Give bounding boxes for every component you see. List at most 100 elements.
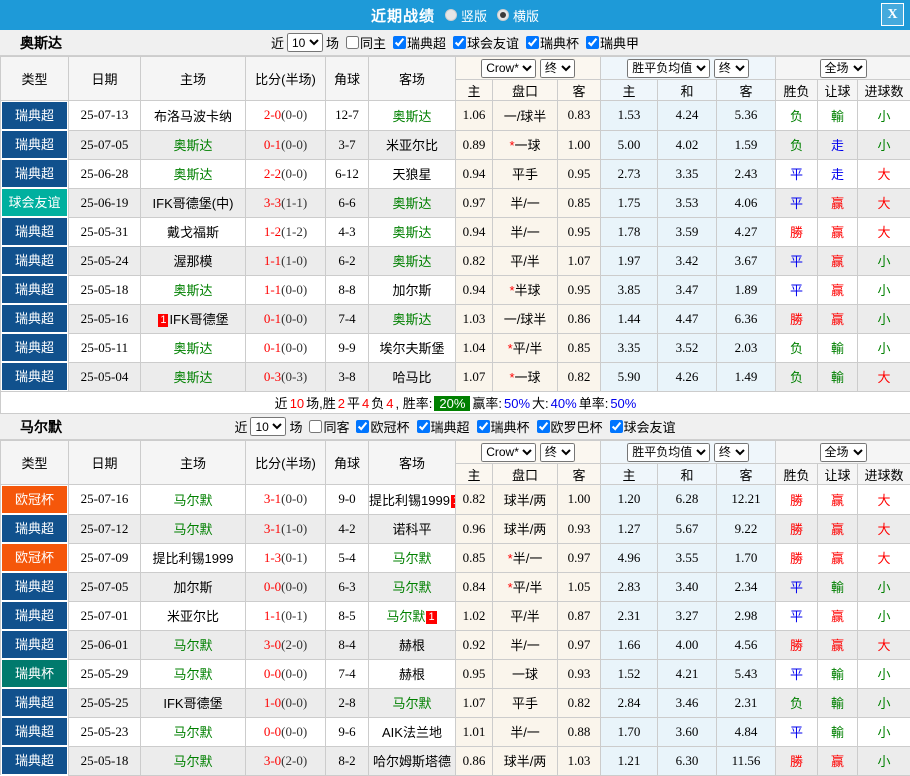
recent-count-select[interactable]: 10 xyxy=(287,33,323,52)
away-team-cell: 哈尔姆斯塔德 xyxy=(369,746,456,775)
recent-count-select[interactable]: 10 xyxy=(250,417,286,436)
away-team-name: 马尔默 xyxy=(392,580,431,595)
avg-final-select[interactable]: 终 xyxy=(714,59,749,78)
away-team-cell: 马尔默1 xyxy=(369,601,456,630)
odds-home-cell: 0.84 xyxy=(456,572,493,601)
league-filter-checkbox[interactable] xyxy=(526,36,539,49)
avg-draw-cell: 3.27 xyxy=(658,601,717,630)
match-row: 瑞典超 25-05-11 奥斯达 0-1(0-0) 9-9 埃尔夫斯堡 1.04… xyxy=(1,333,910,362)
away-team-name: 赫根 xyxy=(399,638,425,653)
odds-home-cell: 0.89 xyxy=(456,130,493,159)
result-cell: 平 xyxy=(776,601,818,630)
away-team-cell: 诺科平 xyxy=(369,514,456,543)
home-team-name: 渥那模 xyxy=(173,254,212,269)
result-cell: 勝 xyxy=(776,543,818,572)
avg-away-cell: 9.22 xyxy=(717,514,776,543)
league-filter-label: 瑞典超 xyxy=(407,33,446,52)
match-row: 瑞典超 25-07-05 奥斯达 0-1(0-0) 3-7 米亚尔比 0.89 … xyxy=(1,130,910,159)
away-team-cell: AIK法兰地 xyxy=(369,717,456,746)
full-match-select[interactable]: 全场 xyxy=(820,59,867,78)
away-team-cell: 奥斯达 xyxy=(369,217,456,246)
away-team-cell: 米亚尔比 xyxy=(369,130,456,159)
result-cell: 负 xyxy=(776,101,818,131)
score-cell: 0-0(0-0) xyxy=(246,659,326,688)
league-type-cell: 瑞典超 xyxy=(1,717,69,746)
avg-home-cell: 1.75 xyxy=(601,188,658,217)
let-goal-cell: 赢 xyxy=(818,246,858,275)
avg-draw-cell: 4.24 xyxy=(658,101,717,131)
away-team-cell: 马尔默 xyxy=(369,543,456,572)
score-cell: 1-0(0-0) xyxy=(246,688,326,717)
league-filter-checkbox[interactable] xyxy=(393,36,406,49)
handicap-cell: *半/一 xyxy=(493,543,558,572)
avg-draw-cell: 3.53 xyxy=(658,188,717,217)
league-filter-checkbox[interactable] xyxy=(477,420,490,433)
avg-away-cell: 4.06 xyxy=(717,188,776,217)
date-cell: 25-07-01 xyxy=(69,601,141,630)
odds-away-cell: 0.85 xyxy=(558,188,601,217)
avg-home-cell: 1.44 xyxy=(601,304,658,333)
summary-segment: 10 xyxy=(290,396,304,411)
layout-horizontal-radio[interactable] xyxy=(497,9,509,21)
league-filter-checkbox[interactable] xyxy=(417,420,430,433)
same-away-checkbox[interactable] xyxy=(309,420,322,433)
avg-odds-select[interactable]: 胜平负均值 xyxy=(627,59,710,78)
col-result: 胜负 xyxy=(776,80,818,101)
corner-cell: 2-8 xyxy=(326,688,369,717)
close-button[interactable]: X xyxy=(881,3,904,26)
league-filter-checkbox[interactable] xyxy=(453,36,466,49)
avg-home-cell: 3.85 xyxy=(601,275,658,304)
avg-home-cell: 2.84 xyxy=(601,688,658,717)
handicap-cell: 半/一 xyxy=(493,188,558,217)
odds-away-cell: 1.07 xyxy=(558,246,601,275)
avg-home-cell: 3.35 xyxy=(601,333,658,362)
same-home-checkbox[interactable] xyxy=(346,36,359,49)
score-cell: 0-3(0-3) xyxy=(246,362,326,392)
avg-away-cell: 11.56 xyxy=(717,746,776,775)
handicap-cell: 半/一 xyxy=(493,630,558,659)
avg-draw-cell: 3.35 xyxy=(658,159,717,188)
summary-segment: 40% xyxy=(551,396,577,411)
odds-company-select[interactable]: Crow* xyxy=(481,59,536,78)
handicap-cell: *平/半 xyxy=(493,333,558,362)
layout-vertical-radio[interactable] xyxy=(445,9,457,21)
let-goal-cell: 輸 xyxy=(818,688,858,717)
layout-horizontal-label[interactable]: 横版 xyxy=(513,6,539,25)
date-cell: 25-05-23 xyxy=(69,717,141,746)
avg-odds-select[interactable]: 胜平负均值 xyxy=(627,443,710,462)
goals-cell: 小 xyxy=(858,601,910,630)
result-cell: 勝 xyxy=(776,746,818,775)
away-team-name: 哈马比 xyxy=(392,370,431,385)
away-team-cell: 马尔默 xyxy=(369,688,456,717)
date-cell: 25-05-29 xyxy=(69,659,141,688)
away-team-cell: 赫根 xyxy=(369,659,456,688)
layout-vertical-label[interactable]: 竖版 xyxy=(461,6,487,25)
goals-cell: 大 xyxy=(858,217,910,246)
full-match-select[interactable]: 全场 xyxy=(820,443,867,462)
avg-home-cell: 1.53 xyxy=(601,101,658,131)
result-cell: 负 xyxy=(776,688,818,717)
odds-final-select[interactable]: 终 xyxy=(540,59,575,78)
corner-cell: 3-7 xyxy=(326,130,369,159)
avg-home-cell: 1.66 xyxy=(601,630,658,659)
league-filter-checkbox[interactable] xyxy=(356,420,369,433)
odds-away-cell: 0.82 xyxy=(558,688,601,717)
date-cell: 25-05-25 xyxy=(69,688,141,717)
handicap-cell: 平手 xyxy=(493,159,558,188)
away-team-cell: 马尔默 xyxy=(369,572,456,601)
league-filter-checkbox[interactable] xyxy=(610,420,623,433)
home-team-name: 马尔默 xyxy=(173,754,212,769)
handicap-cell: 半/一 xyxy=(493,217,558,246)
odds-away-cell: 0.86 xyxy=(558,304,601,333)
odds-away-cell: 1.03 xyxy=(558,746,601,775)
summary-segment: 负 xyxy=(371,396,384,411)
avg-final-select[interactable]: 终 xyxy=(714,443,749,462)
let-goal-cell: 赢 xyxy=(818,304,858,333)
home-team-cell: IFK哥德堡(中) xyxy=(141,188,246,217)
league-filter-checkbox[interactable] xyxy=(537,420,550,433)
league-filter-checkbox[interactable] xyxy=(586,36,599,49)
odds-company-select[interactable]: Crow* xyxy=(481,443,536,462)
section-1-header: 奥斯达 近 10 场 同主 瑞典超 球会友谊 瑞典杯 瑞典甲 xyxy=(0,30,910,56)
avg-away-cell: 2.31 xyxy=(717,688,776,717)
odds-final-select[interactable]: 终 xyxy=(540,443,575,462)
